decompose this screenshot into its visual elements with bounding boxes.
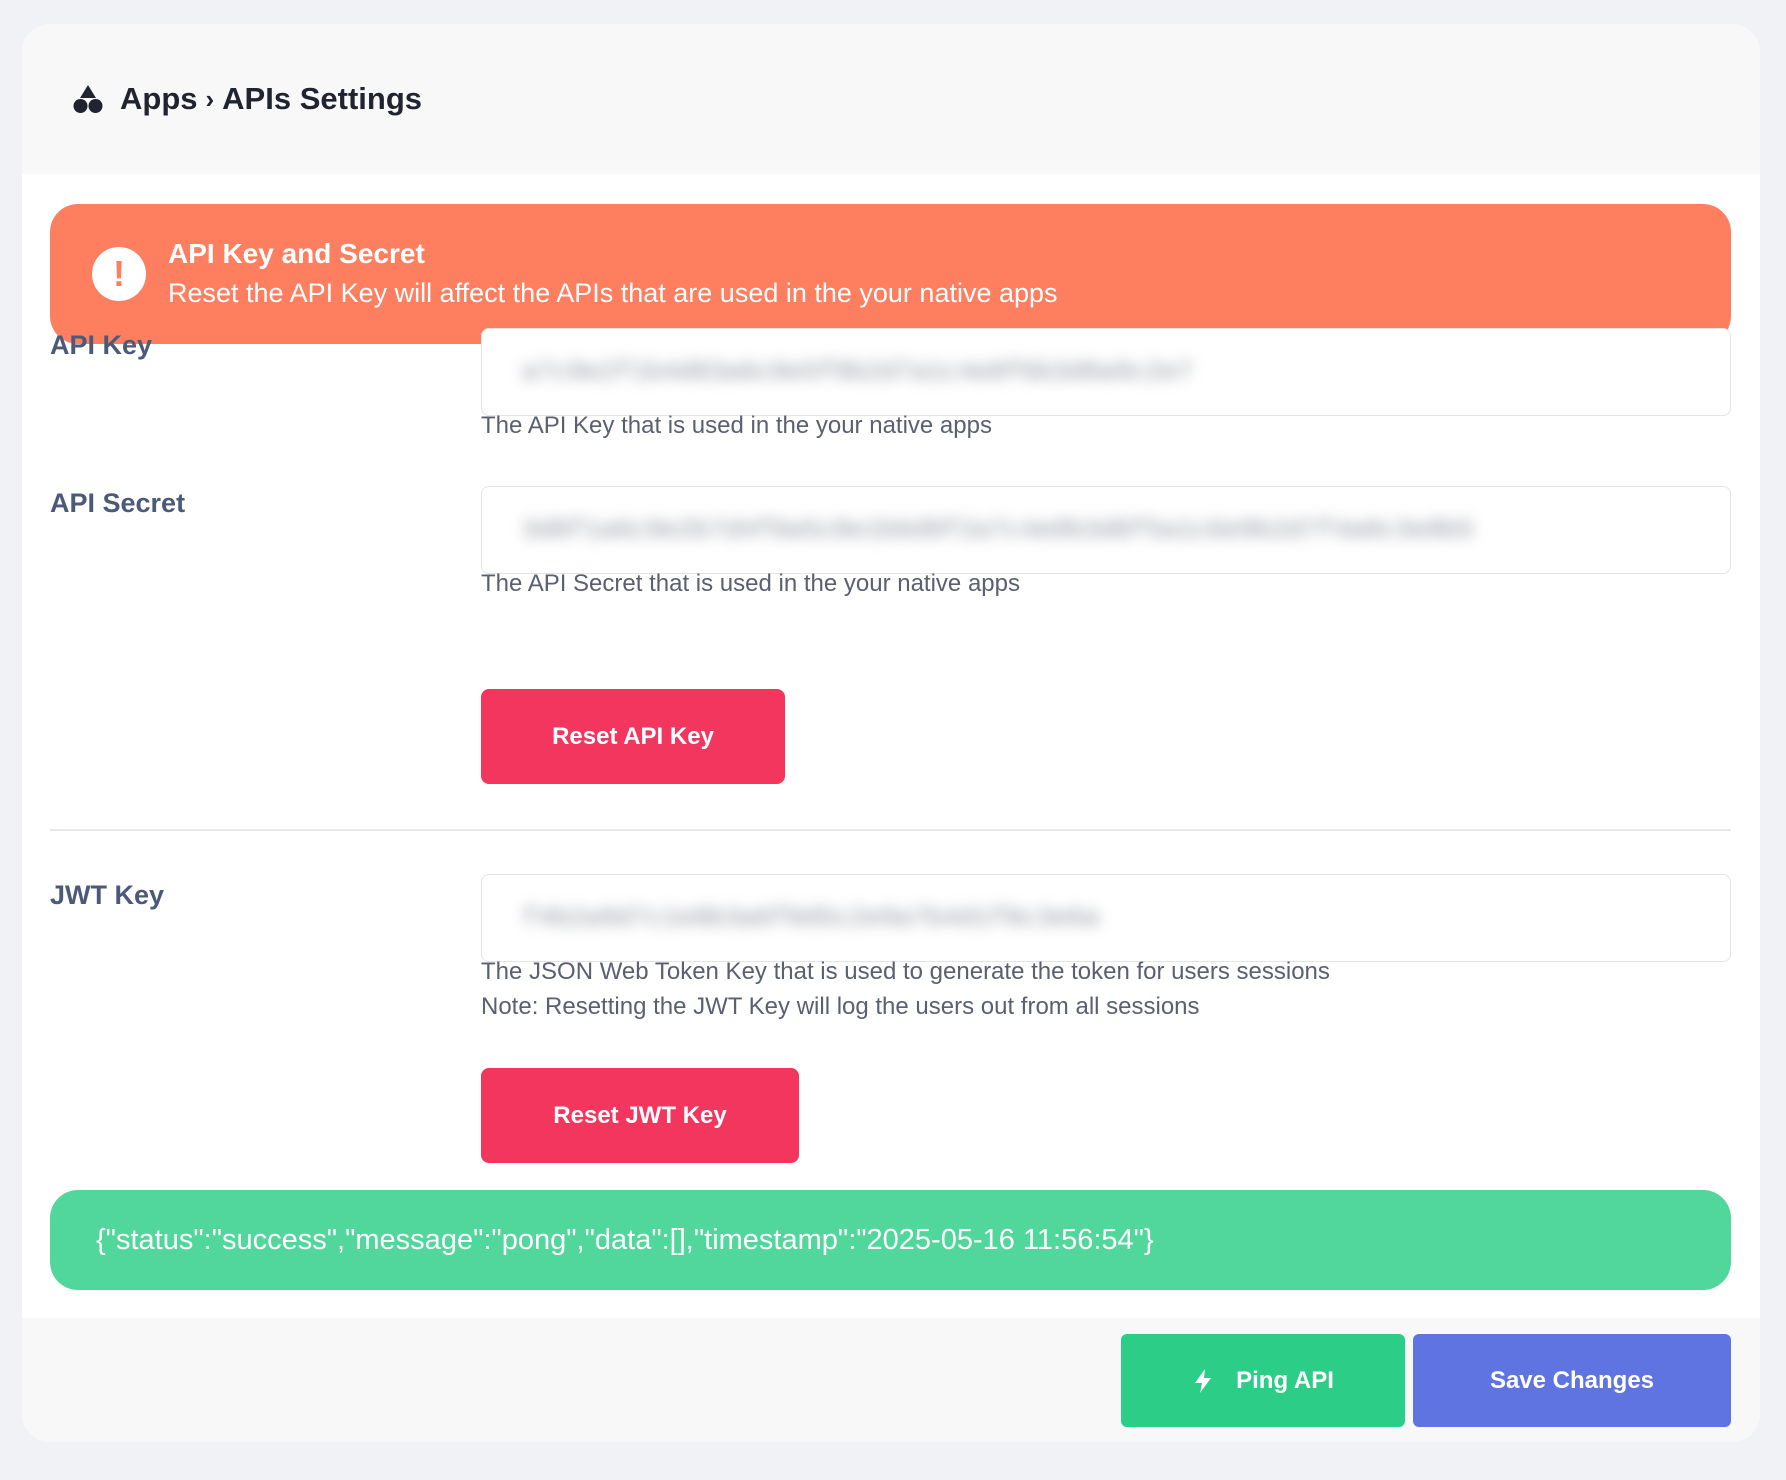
- api-secret-value: 3d8f1a6c9e2b7d4f0a5c8e1b6d9f2a7c4e0b3d8f…: [522, 515, 1474, 545]
- api-secret-label: API Secret: [50, 488, 186, 518]
- section-divider: [50, 829, 1731, 831]
- api-secret-field[interactable]: 3d8f1a6c9e2b7d4f0a5c8e1b6d9f2a7c4e0b3d8f…: [481, 486, 1731, 574]
- save-changes-button[interactable]: Save Changes: [1413, 1334, 1731, 1427]
- jwt-key-help-line1: The JSON Web Token Key that is used to g…: [481, 958, 1330, 985]
- api-key-value: a7c9e2f1b4d83a6c0e5f9b2d7a1c4e8f6b3d0a9c…: [522, 357, 1193, 387]
- api-secret-help: The API Secret that is used in the your …: [481, 570, 1020, 597]
- lightning-bolt-icon: [1192, 1368, 1214, 1394]
- reset-jwt-key-button[interactable]: Reset JWT Key: [481, 1068, 799, 1163]
- page-title: APIs Settings: [222, 81, 422, 116]
- apps-icon: [72, 83, 104, 115]
- ping-api-label: Ping API: [1236, 1366, 1334, 1394]
- jwt-key-help: The JSON Web Token Key that is used to g…: [481, 954, 1330, 1024]
- alert-text: Reset the API Key will affect the APIs t…: [168, 278, 1058, 308]
- ping-api-button[interactable]: Ping API: [1121, 1334, 1405, 1427]
- alert-title: API Key and Secret: [168, 238, 425, 269]
- jwt-key-value: f4b2a9d7c1e8b3a6f0d5c2e9a7b4d1f8c3e6a: [522, 903, 1100, 933]
- jwt-key-label: JWT Key: [50, 880, 165, 910]
- api-key-field[interactable]: a7c9e2f1b4d83a6c0e5f9b2d7a1c4e8f6b3d0a9c…: [481, 328, 1731, 416]
- breadcrumb-apps[interactable]: Apps: [120, 81, 198, 117]
- exclamation-icon: !: [92, 247, 146, 301]
- warning-alert: ! API Key and Secret Reset the API Key w…: [50, 204, 1731, 344]
- api-settings-card: Apps › APIs Settings ! API Key and Secre…: [22, 24, 1760, 1442]
- jwt-key-help-line2: Note: Resetting the JWT Key will log the…: [481, 993, 1200, 1020]
- ping-response: {"status":"success","message":"pong","da…: [50, 1190, 1731, 1290]
- breadcrumb: Apps › APIs Settings: [120, 81, 422, 117]
- reset-api-key-button[interactable]: Reset API Key: [481, 689, 785, 784]
- breadcrumb-separator: ›: [205, 83, 215, 114]
- api-key-help: The API Key that is used in the your nat…: [481, 412, 992, 439]
- card-header: Apps › APIs Settings: [22, 24, 1760, 174]
- jwt-key-field[interactable]: f4b2a9d7c1e8b3a6f0d5c2e9a7b4d1f8c3e6a: [481, 874, 1731, 962]
- api-key-label: API Key: [50, 330, 153, 360]
